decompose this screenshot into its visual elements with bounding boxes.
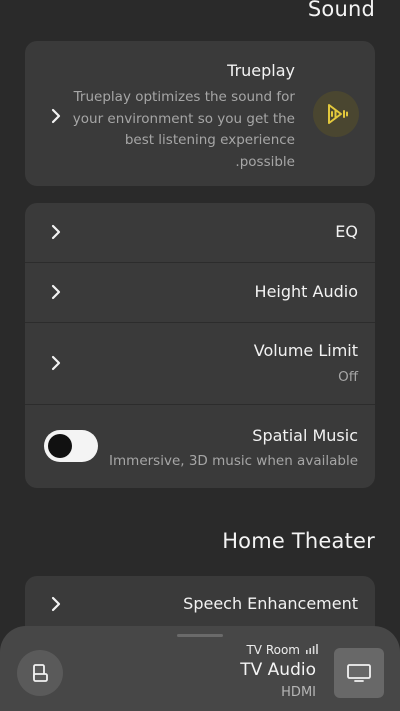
- chevron-right-icon: [47, 595, 65, 613]
- toggle-knob: [48, 434, 72, 458]
- trueplay-card[interactable]: Trueplay Trueplay optimizes the sound fo…: [25, 41, 375, 186]
- spatial-music-label: Spatial Music: [252, 426, 358, 445]
- home-theater-section-title: Home Theater: [222, 529, 375, 553]
- tv-icon: [347, 664, 371, 682]
- spatial-music-toggle[interactable]: [44, 430, 98, 462]
- chevron-right-icon: [47, 354, 65, 372]
- room-name: TV Room: [246, 643, 300, 657]
- eq-label: EQ: [335, 222, 358, 241]
- spatial-music-row: Spatial Music Immersive, 3D music when a…: [25, 405, 375, 488]
- chevron-right-icon: [47, 283, 65, 301]
- sound-section-title: Sound: [307, 0, 375, 21]
- height-audio-label: Height Audio: [254, 282, 358, 301]
- eq-row[interactable]: EQ: [25, 203, 375, 263]
- height-audio-row[interactable]: Height Audio: [25, 263, 375, 323]
- speaker-group-icon: [33, 664, 48, 682]
- now-playing-bar[interactable]: TV Room TV Audio HDMI: [0, 626, 400, 711]
- trueplay-title: Trueplay: [227, 61, 295, 80]
- rooms-button[interactable]: [17, 650, 63, 696]
- source-name: TV Audio: [240, 660, 316, 680]
- tv-source-button[interactable]: [334, 648, 384, 698]
- spatial-music-description: Immersive, 3D music when available: [109, 453, 358, 469]
- source-input: HDMI: [281, 685, 316, 700]
- chevron-right-icon: [47, 223, 65, 241]
- sound-options-card: EQ Height Audio Volume Limit Off Spatial…: [25, 203, 375, 488]
- signal-bars-icon: [306, 644, 318, 654]
- volume-limit-row[interactable]: Volume Limit Off: [25, 323, 375, 405]
- volume-limit-label: Volume Limit: [253, 341, 358, 360]
- speech-enhancement-label: Speech Enhancement: [183, 594, 358, 613]
- drag-handle[interactable]: [177, 634, 223, 637]
- sound-settings-page: Sound Trueplay Trueplay optimizes the so…: [0, 0, 400, 711]
- chevron-right-icon: [47, 107, 65, 125]
- trueplay-icon: [313, 91, 359, 137]
- trueplay-description: Trueplay optimizes the sound for your en…: [72, 89, 295, 170]
- volume-limit-value: Off: [338, 369, 358, 385]
